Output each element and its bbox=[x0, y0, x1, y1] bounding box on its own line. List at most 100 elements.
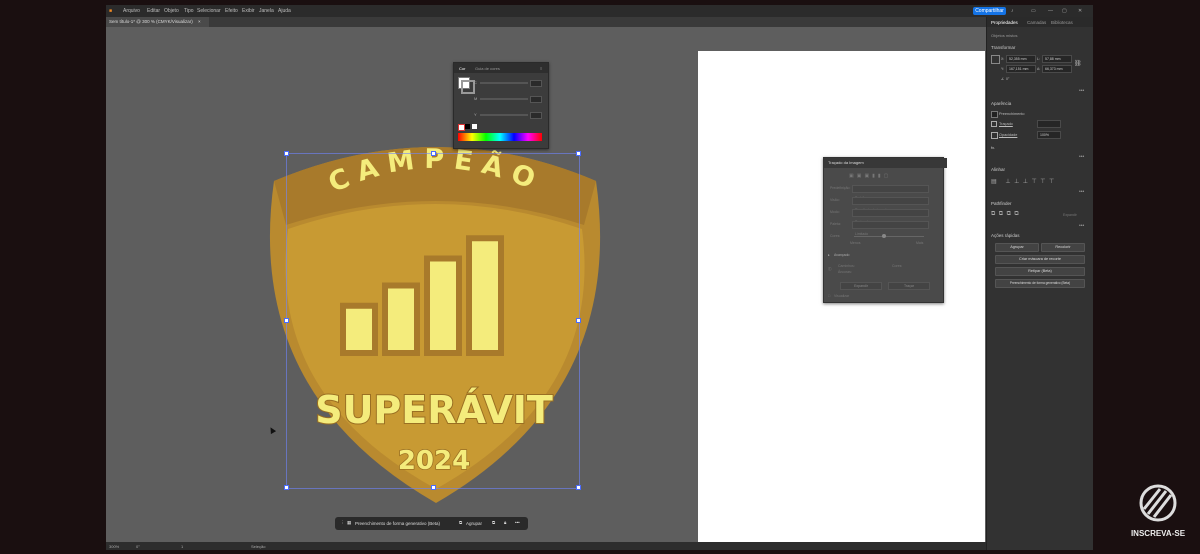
more-appearance-icon[interactable]: ••• bbox=[1079, 154, 1084, 160]
subscribe-overlay[interactable]: INSCREVA-SE bbox=[1128, 484, 1188, 544]
menu-file[interactable]: Arquivo bbox=[123, 8, 140, 14]
magenta-value-field[interactable] bbox=[530, 96, 542, 103]
align-buttons-icons[interactable]: ▤ ⊥⊥⊥⊤⊤⊤ bbox=[991, 178, 1058, 185]
stroke-swatch[interactable] bbox=[461, 80, 475, 94]
menu-window[interactable]: Janela bbox=[259, 8, 274, 14]
height-field[interactable]: 66,373 mm bbox=[1042, 65, 1072, 73]
resize-handle[interactable] bbox=[576, 485, 581, 490]
more-align-icon[interactable]: ••• bbox=[1079, 189, 1084, 195]
resize-handle[interactable] bbox=[284, 151, 289, 156]
image-trace-panel[interactable]: Traçado da Imagem ▣▣▣▮▮▢ Predefinição: P… bbox=[823, 157, 947, 303]
group-button[interactable]: Agrupar bbox=[466, 521, 482, 526]
zoom-level[interactable]: 300% bbox=[109, 544, 119, 549]
cyan-slider[interactable] bbox=[480, 82, 528, 84]
selection-bounding-box[interactable] bbox=[286, 153, 580, 489]
color-panel[interactable]: Cor Guia de cores ≡ C M Y bbox=[453, 62, 549, 149]
tab-color[interactable]: Cor bbox=[459, 66, 465, 71]
trace-preset-icons[interactable]: ▣▣▣▮▮▢ bbox=[849, 173, 919, 179]
width-field[interactable]: 57,88 mm bbox=[1042, 55, 1072, 63]
menu-object[interactable]: Objeto bbox=[164, 8, 179, 14]
more-pathfinder-icon[interactable]: ••• bbox=[1079, 223, 1084, 229]
opacity-icon bbox=[991, 132, 998, 139]
panel-menu-icon[interactable]: ≡ bbox=[540, 66, 542, 71]
color-spectrum[interactable] bbox=[458, 133, 542, 141]
trace-view-select[interactable]: Resultado de traçado bbox=[852, 197, 929, 212]
pathfinder-buttons-icons[interactable]: ⧉⧉⧉⧉ bbox=[991, 211, 1022, 218]
resize-handle[interactable] bbox=[576, 151, 581, 156]
close-window-icon[interactable]: ✕ bbox=[1078, 8, 1082, 14]
menu-effect[interactable]: Efeito bbox=[225, 8, 238, 14]
stroke-weight-field[interactable] bbox=[1037, 120, 1061, 128]
none-swatch[interactable] bbox=[458, 124, 465, 131]
share-button[interactable]: Compartilhar bbox=[973, 7, 1006, 15]
resize-handle[interactable] bbox=[284, 485, 289, 490]
constrain-proportions-icon[interactable]: ⛓︎ bbox=[1074, 60, 1082, 67]
expand-button[interactable]: Expandir bbox=[840, 282, 882, 290]
rotation-value[interactable]: 0° bbox=[136, 544, 140, 549]
maximize-icon[interactable]: ▢ bbox=[1062, 8, 1067, 14]
drag-handle-icon[interactable]: ⋮ bbox=[340, 520, 345, 526]
retype-button[interactable]: Retipar (Beta) bbox=[995, 267, 1085, 276]
menu-type[interactable]: Tipo bbox=[184, 8, 194, 14]
advanced-toggle[interactable]: Avançado bbox=[834, 253, 850, 257]
opacity-label[interactable]: Opacidade bbox=[999, 133, 1017, 137]
clipping-mask-button[interactable]: Criar máscara de recorte bbox=[995, 255, 1085, 264]
advanced-chevron-icon[interactable]: ▸ bbox=[828, 253, 830, 257]
menu-help[interactable]: Ajuda bbox=[278, 8, 291, 14]
resize-handle[interactable] bbox=[576, 318, 581, 323]
document-tab[interactable]: Sem título-1* @ 300 % (CMYK/Visualizar) … bbox=[106, 17, 209, 27]
magenta-slider[interactable] bbox=[480, 98, 528, 100]
tab-properties[interactable]: Propriedades bbox=[991, 20, 1018, 25]
cyan-value-field[interactable] bbox=[530, 80, 542, 87]
group-icon[interactable]: ⧉ bbox=[459, 520, 462, 525]
app-home-icon[interactable]: ■ bbox=[109, 8, 112, 14]
more-options-button[interactable]: ••• bbox=[515, 520, 520, 525]
resize-handle[interactable] bbox=[431, 151, 436, 156]
tab-libraries[interactable]: Bibliotecas bbox=[1051, 20, 1073, 25]
trace-colors-slider[interactable] bbox=[854, 236, 924, 237]
more-transform-icon[interactable]: ••• bbox=[1079, 88, 1084, 94]
generative-fill-button[interactable]: Preenchimento de forma generativo (Beta) bbox=[355, 521, 440, 526]
fill-swatch-icon[interactable] bbox=[991, 111, 998, 118]
y-field[interactable]: 167,151 mm bbox=[1006, 65, 1036, 73]
menu-edit[interactable]: Editar bbox=[147, 8, 160, 14]
resize-handle[interactable] bbox=[284, 318, 289, 323]
fx-button[interactable]: fx. bbox=[991, 145, 995, 150]
tab-layers[interactable]: Camadas bbox=[1027, 20, 1046, 25]
tab-color-guide[interactable]: Guia de cores bbox=[475, 66, 500, 71]
trace-mode-select[interactable]: Preto e branco bbox=[852, 209, 929, 224]
opacity-field[interactable]: 100% bbox=[1037, 131, 1061, 139]
pathfinder-expand-button[interactable]: Expandir bbox=[1063, 213, 1077, 217]
trace-preset-select[interactable]: Padrão bbox=[852, 185, 929, 200]
generative-fill-quick-button[interactable]: Preenchimento de forma generativo (Beta) bbox=[995, 279, 1085, 288]
trace-button[interactable]: Traçar bbox=[888, 282, 930, 290]
recolor-button[interactable]: Recolorir bbox=[1041, 243, 1085, 252]
menu-select[interactable]: Selecionar bbox=[197, 8, 221, 14]
yellow-slider[interactable] bbox=[480, 114, 528, 116]
yellow-label: Y bbox=[474, 112, 477, 117]
x-field[interactable]: 52,355 mm bbox=[1006, 55, 1036, 63]
group-quick-button[interactable]: Agrupar bbox=[995, 243, 1039, 252]
trace-colors-slider-thumb[interactable] bbox=[882, 234, 886, 238]
lock-icon[interactable]: 🔒︎ bbox=[504, 520, 506, 525]
stroke-swatch-icon[interactable] bbox=[991, 121, 997, 127]
preview-checkbox[interactable]: □ bbox=[828, 294, 830, 298]
workspace-icon[interactable]: ▭ bbox=[1031, 8, 1036, 14]
generative-fill-icon[interactable]: ▦ bbox=[347, 520, 351, 526]
white-swatch[interactable] bbox=[472, 124, 477, 129]
stroke-label[interactable]: Traçado bbox=[999, 122, 1013, 126]
close-tab-icon[interactable]: × bbox=[198, 19, 201, 24]
black-swatch[interactable] bbox=[465, 124, 470, 129]
reference-point-icon[interactable] bbox=[991, 55, 1000, 64]
menu-view[interactable]: Exibir bbox=[242, 8, 255, 14]
angle-field[interactable]: 0° bbox=[1006, 77, 1009, 81]
canvas[interactable]: CAMPEÃO SUPERÁVIT 2024 Cor Guia de cores… bbox=[106, 27, 986, 550]
artboard-number[interactable]: 1 bbox=[181, 544, 183, 549]
minimize-icon[interactable]: — bbox=[1048, 8, 1053, 14]
trace-palette-select[interactable]: Limitado bbox=[852, 221, 929, 236]
info-icon: ⓘ bbox=[828, 267, 832, 271]
resize-handle[interactable] bbox=[431, 485, 436, 490]
yellow-value-field[interactable] bbox=[530, 112, 542, 119]
duplicate-icon[interactable]: ⧉ bbox=[492, 520, 495, 525]
notifications-icon[interactable]: ♪ bbox=[1011, 8, 1014, 14]
